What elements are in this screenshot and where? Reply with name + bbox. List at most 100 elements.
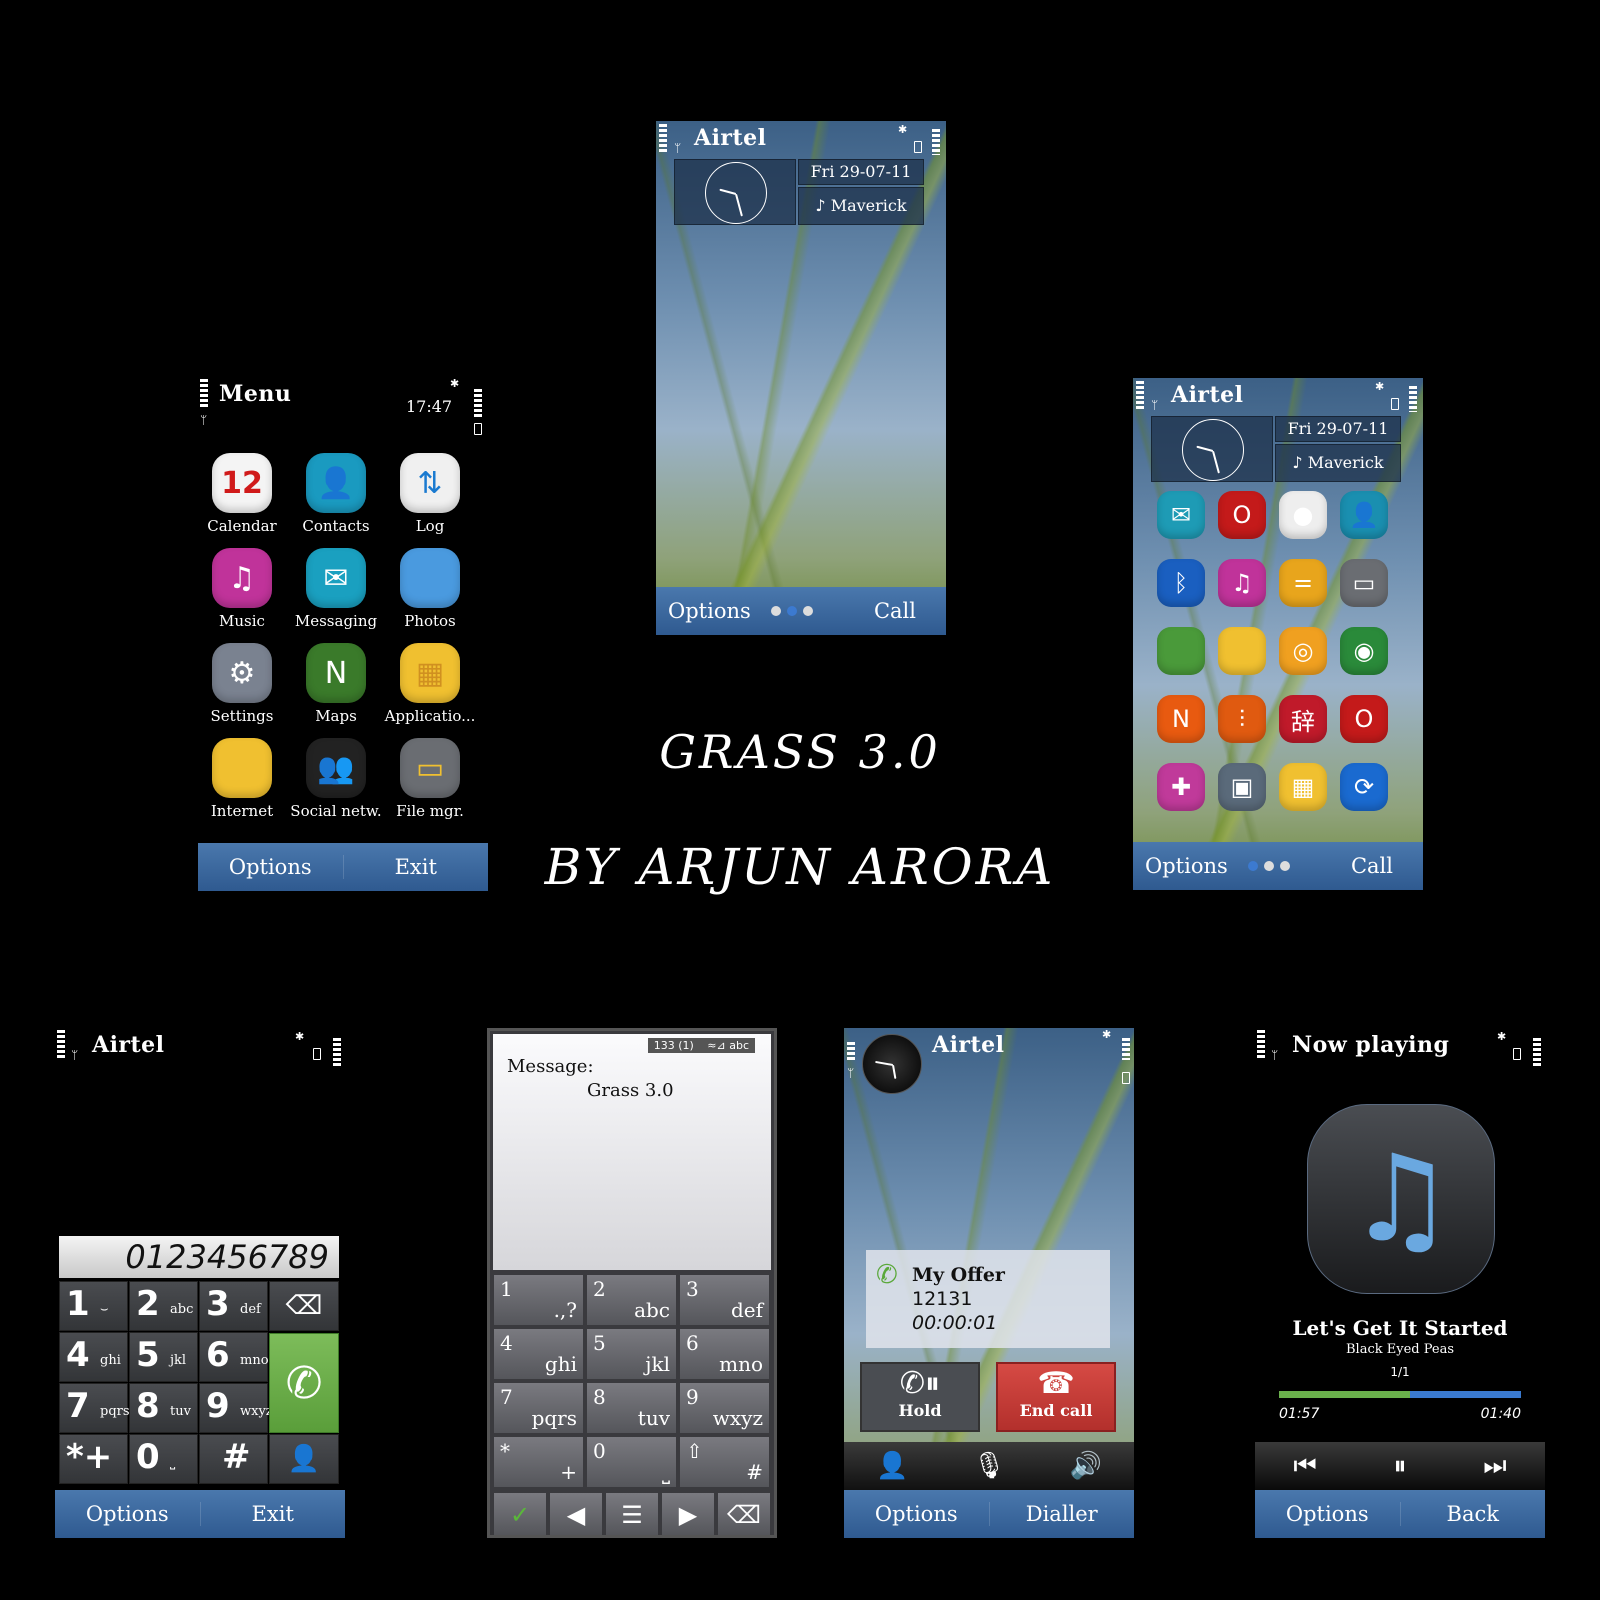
call-button[interactable]: ✆ xyxy=(269,1333,339,1433)
folder-icon[interactable] xyxy=(1218,627,1266,675)
dial-key[interactable]: 1 ⌣ xyxy=(59,1281,128,1331)
file-manager-icon[interactable]: ▭ xyxy=(400,738,460,798)
social-network-icon[interactable]: 👥 xyxy=(306,738,366,798)
calendar-icon[interactable]: 12 xyxy=(212,453,272,513)
clock-widget[interactable] xyxy=(1151,416,1273,482)
opera-mini-icon[interactable]: O xyxy=(1340,695,1388,743)
contacts-button[interactable]: 👤 xyxy=(876,1451,908,1481)
dial-key[interactable]: 7 pqrs xyxy=(59,1383,130,1433)
dial-key[interactable]: 6 mno xyxy=(199,1332,269,1382)
internet-folder-icon[interactable] xyxy=(212,738,272,798)
text-key[interactable]: 5 jkl xyxy=(586,1328,677,1380)
palette-icon[interactable]: ● xyxy=(1279,491,1327,539)
number-display[interactable]: 0123456789 xyxy=(59,1236,339,1278)
call-softkey[interactable]: Call xyxy=(1290,854,1423,878)
dictionary-icon[interactable]: 辞 xyxy=(1279,695,1327,743)
analog-clock-icon xyxy=(1182,419,1244,481)
speaker-button[interactable]: 🔊 xyxy=(1070,1451,1102,1481)
nimbuzz-icon[interactable]: N xyxy=(1157,695,1205,743)
dial-key[interactable]: 3 def xyxy=(199,1281,268,1331)
options-softkey[interactable]: Options xyxy=(55,1502,200,1526)
end-call-button[interactable]: ☎ End call xyxy=(996,1362,1116,1432)
mute-button[interactable]: 🎙 xyxy=(972,1451,1005,1481)
games-icon[interactable]: ✚ xyxy=(1157,763,1205,811)
sync-icon[interactable]: ⟳ xyxy=(1340,763,1388,811)
text-key[interactable]: 1.,? xyxy=(493,1274,584,1326)
gallery-icon[interactable]: ▣ xyxy=(1218,763,1266,811)
file-manager-icon[interactable]: ▭ xyxy=(1340,559,1388,607)
text-key[interactable]: 7 pqrs xyxy=(493,1382,584,1434)
dial-key[interactable]: # xyxy=(199,1434,268,1484)
applications-icon[interactable]: ▦ xyxy=(1279,763,1327,811)
messaging-icon[interactable]: ✉ xyxy=(306,548,366,608)
page-dot[interactable] xyxy=(803,606,813,616)
opera-icon[interactable]: O xyxy=(1218,491,1266,539)
contacts-icon[interactable]: 👤 xyxy=(1340,491,1388,539)
confirm-button[interactable]: ✓ xyxy=(493,1492,547,1535)
text-key[interactable]: * + xyxy=(493,1436,584,1488)
page-dot[interactable] xyxy=(1280,861,1290,871)
progress-bar[interactable] xyxy=(1279,1391,1521,1398)
maps-icon[interactable]: N xyxy=(306,643,366,703)
uc-browser-icon[interactable]: ◎ xyxy=(1279,627,1327,675)
message-area[interactable]: 133 (1) ≈⊿ abc Message: Grass 3.0 xyxy=(493,1034,771,1270)
text-key[interactable]: 6 mno xyxy=(679,1328,770,1380)
text-key[interactable]: 0 ⎵ xyxy=(586,1436,677,1488)
dial-key[interactable]: 4 ghi xyxy=(59,1332,128,1382)
call-softkey[interactable]: Call xyxy=(813,599,946,623)
cursor-right-button[interactable]: ▶ xyxy=(661,1492,715,1535)
photos-icon[interactable] xyxy=(1157,627,1205,675)
exit-softkey[interactable]: Exit xyxy=(342,855,489,879)
page-indicator[interactable] xyxy=(771,606,813,616)
options-softkey[interactable]: Options xyxy=(656,599,771,623)
log-icon[interactable]: ⇅ xyxy=(400,453,460,513)
messaging-icon[interactable]: ✉ xyxy=(1157,491,1205,539)
photos-icon[interactable] xyxy=(400,548,460,608)
text-key[interactable]: 4 ghi xyxy=(493,1328,584,1380)
options-softkey[interactable]: Options xyxy=(1133,854,1248,878)
camera-icon[interactable]: ◉ xyxy=(1340,627,1388,675)
rar-icon[interactable]: ⫶ xyxy=(1218,695,1266,743)
profile-widget[interactable]: ♪ Maverick xyxy=(1275,444,1401,482)
cursor-left-button[interactable]: ◀ xyxy=(549,1492,603,1535)
dial-key[interactable]: 0 ⎵ xyxy=(129,1434,198,1484)
applications-icon[interactable]: ▦ xyxy=(400,643,460,703)
music-player-icon[interactable]: ♫ xyxy=(1218,559,1266,607)
dial-key[interactable]: 9 wxyz xyxy=(199,1383,273,1433)
menu-button[interactable]: ☰ xyxy=(605,1492,659,1535)
add-contact-button[interactable]: 👤 xyxy=(269,1434,339,1484)
previous-track-button[interactable]: ⏮ xyxy=(1293,1451,1316,1482)
text-key[interactable]: 2 abc xyxy=(586,1274,677,1326)
bluetooth-icon[interactable]: ᛒ xyxy=(1157,559,1205,607)
clock-widget[interactable] xyxy=(674,159,796,225)
page-indicator[interactable] xyxy=(1248,861,1290,871)
page-dot[interactable] xyxy=(1264,861,1274,871)
text-key[interactable]: 8 tuv xyxy=(586,1382,677,1434)
page-dot-active[interactable] xyxy=(1248,861,1258,871)
delete-button[interactable]: ⌫ xyxy=(717,1492,771,1535)
options-softkey[interactable]: Options xyxy=(844,1502,989,1526)
options-softkey[interactable]: Options xyxy=(1255,1502,1400,1526)
dial-key[interactable]: 5 jkl xyxy=(129,1332,198,1382)
music-icon[interactable]: ♫ xyxy=(212,548,272,608)
text-key[interactable]: 9 wxyz xyxy=(679,1382,770,1434)
hold-button[interactable]: ✆⏸ Hold xyxy=(860,1362,980,1432)
exit-softkey[interactable]: Exit xyxy=(199,1502,346,1526)
notes-icon[interactable]: = xyxy=(1279,559,1327,607)
text-key[interactable]: ⇧ # xyxy=(679,1436,770,1488)
dial-key[interactable]: 8 tuv xyxy=(129,1383,198,1433)
backspace-button[interactable]: ⌫ xyxy=(269,1281,339,1331)
profile-widget[interactable]: ♪ Maverick xyxy=(798,187,924,225)
dial-key[interactable]: *+ xyxy=(59,1434,128,1484)
page-dot-active[interactable] xyxy=(787,606,797,616)
pause-button[interactable]: ⏸ xyxy=(1393,1451,1406,1482)
options-softkey[interactable]: Options xyxy=(198,855,343,879)
next-track-button[interactable]: ⏭ xyxy=(1483,1451,1506,1482)
dial-key[interactable]: 2 abc xyxy=(129,1281,198,1331)
back-softkey[interactable]: Back xyxy=(1399,1502,1546,1526)
text-key[interactable]: 3 def xyxy=(679,1274,770,1326)
dialler-softkey[interactable]: Dialler xyxy=(988,1502,1135,1526)
page-dot[interactable] xyxy=(771,606,781,616)
settings-icon[interactable]: ⚙ xyxy=(212,643,272,703)
contacts-icon[interactable]: 👤 xyxy=(306,453,366,513)
